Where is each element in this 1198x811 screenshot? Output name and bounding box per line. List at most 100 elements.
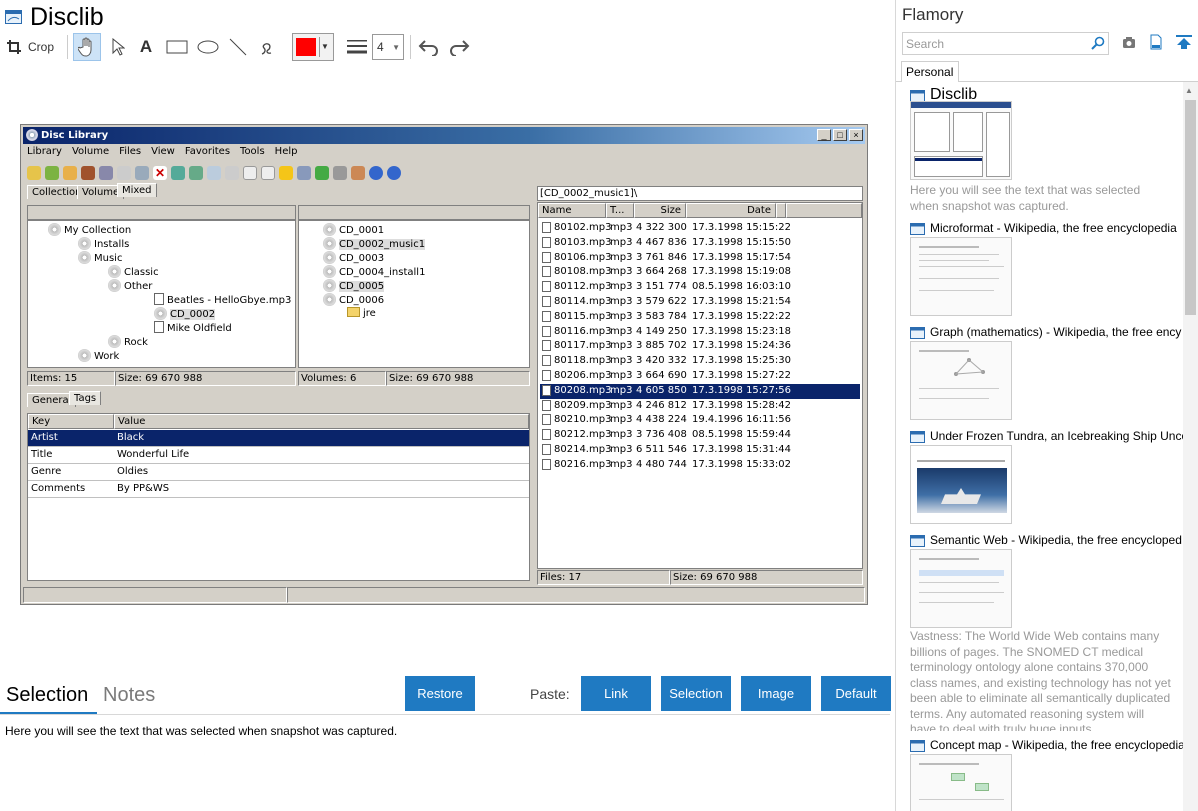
file-type: mp3 [610, 355, 633, 367]
restore-button[interactable]: Restore [405, 676, 475, 711]
file-size: 3 736 408 [636, 429, 687, 441]
search-icon [207, 166, 221, 180]
file-row: 80206.mp3 mp3 3 664 690 17.3.1998 15:27:22 [540, 369, 860, 384]
print-icon [225, 166, 239, 180]
tab-selection[interactable]: Selection [6, 684, 88, 707]
file-type: mp3 [610, 281, 633, 293]
line-width-icon-button[interactable] [344, 33, 370, 61]
help-icon [369, 166, 383, 180]
snapshot-icon [910, 223, 925, 235]
file-date: 17.3.1998 15:15:22 [692, 222, 791, 233]
minimize-icon: _ [817, 129, 831, 141]
file-row: 80116.mp3 mp3 4 149 250 17.3.1998 15:23:18 [540, 325, 860, 340]
color-swatch [295, 38, 316, 56]
snapshot-icon [910, 431, 925, 443]
edit-icon [63, 166, 77, 180]
line-width-select[interactable]: 4 ▼ [372, 34, 404, 60]
audio-file-icon [542, 266, 551, 278]
file-name: 80216.mp3 [554, 458, 612, 470]
redo-button[interactable] [446, 33, 472, 61]
flag-icon [315, 166, 329, 180]
main-panel: Disclib Crop A ▼ 4 ▼ Disc Library _ □ × … [0, 0, 895, 811]
audio-file-icon [542, 399, 551, 411]
color-picker[interactable]: ▼ [292, 33, 334, 61]
file-name: 80117.mp3 [554, 340, 612, 352]
file-row: 80214.mp3 mp3 6 511 546 17.3.1998 15:31:44 [540, 443, 860, 458]
file-date: 17.3.1998 15:24:36 [692, 340, 791, 352]
audio-file-icon [542, 414, 551, 426]
file-type: mp3 [610, 429, 633, 441]
hand-tool-button[interactable] [73, 33, 101, 61]
window-titlebar: Disc Library [23, 127, 865, 144]
snapshot-icon [910, 327, 925, 339]
cursor-icon [112, 38, 125, 56]
volume-node: CD_0003 [323, 251, 384, 265]
paste-default-button[interactable]: Default [821, 676, 891, 711]
rectangle-tool-button[interactable] [164, 33, 190, 61]
file-row: 80114.mp3 mp3 3 579 622 17.3.1998 15:21:54 [540, 295, 860, 310]
file-date: 17.3.1998 15:22:22 [692, 310, 791, 322]
crop-icon [7, 40, 21, 54]
ellipse-tool-button[interactable] [195, 33, 221, 61]
crop-button[interactable]: Crop [6, 33, 60, 61]
globe-icon [135, 166, 149, 180]
disc-icon [108, 279, 121, 292]
column-extra [776, 203, 786, 218]
info-icon [387, 166, 401, 180]
document-icon[interactable] [1150, 34, 1162, 50]
disc-icon [78, 251, 91, 264]
paste-link-button[interactable]: Link [581, 676, 651, 711]
volumes-header [298, 205, 530, 220]
freehand-tool-button[interactable] [256, 33, 280, 61]
volumes-status: Volumes: 6 [298, 371, 386, 386]
paste-selection-button[interactable]: Selection [661, 676, 731, 711]
audio-file-icon [542, 458, 551, 470]
scrollbar-thumb[interactable] [1185, 100, 1196, 315]
file-size: 4 605 850 [636, 384, 687, 396]
file-row: 80209.mp3 mp3 4 246 812 17.3.1998 15:28:42 [540, 399, 860, 414]
close-icon: × [849, 129, 863, 141]
file-name: 80115.mp3 [554, 310, 612, 322]
snapshot-image: Disc Library _ □ × Library Volume Files … [20, 124, 868, 605]
undo-button[interactable] [416, 33, 442, 61]
disc-icon [117, 166, 131, 180]
tree-node: Beatles - HelloGbye.mp3 [154, 293, 291, 307]
collection-tree: My Collection Installs Music Classic Oth… [27, 220, 296, 368]
file-name: 80114.mp3 [554, 296, 612, 307]
pointer-tool-button[interactable] [106, 33, 130, 61]
audio-file-icon [542, 236, 551, 248]
line-tool-button[interactable] [226, 33, 250, 61]
app-toolbar: ✕ [27, 163, 861, 183]
window-status-left [23, 587, 287, 603]
chevron-down-icon: ▼ [392, 42, 400, 52]
file-size: 3 664 690 [636, 370, 687, 381]
scroll-up-icon[interactable]: ▲ [1185, 86, 1193, 95]
hand-icon [78, 37, 92, 57]
search-input[interactable]: Search [902, 32, 1109, 55]
gear-icon [297, 166, 311, 180]
file-size: 3 579 622 [636, 296, 687, 307]
tree-node: Rock [108, 335, 148, 349]
close-icon: ✕ [153, 166, 167, 180]
collapse-icon[interactable] [1176, 35, 1192, 49]
text-tool-button[interactable]: A [134, 33, 158, 61]
file-name: 80209.mp3 [554, 399, 612, 411]
redo-icon [450, 40, 470, 56]
file-type: mp3 [610, 384, 633, 396]
tab-personal[interactable]: Personal [901, 61, 959, 82]
rectangle-icon [166, 40, 188, 54]
column-date: Date [686, 203, 776, 218]
column-filler [786, 203, 862, 218]
file-row: 80118.mp3 mp3 3 420 332 17.3.1998 15:25:30 [540, 354, 860, 369]
file-size: 3 664 268 [636, 266, 687, 278]
search-icon[interactable] [1091, 36, 1105, 50]
file-size: 4 246 812 [636, 399, 687, 411]
audio-file-icon [542, 444, 551, 455]
paste-image-button[interactable]: Image [741, 676, 811, 711]
disc-icon [323, 265, 336, 278]
tab-notes[interactable]: Notes [103, 684, 155, 707]
disc-icon [323, 279, 336, 292]
camera-icon[interactable] [1122, 36, 1136, 49]
volume-node: jre [347, 307, 376, 321]
tag-row: Title Wonderful Life [28, 447, 529, 464]
